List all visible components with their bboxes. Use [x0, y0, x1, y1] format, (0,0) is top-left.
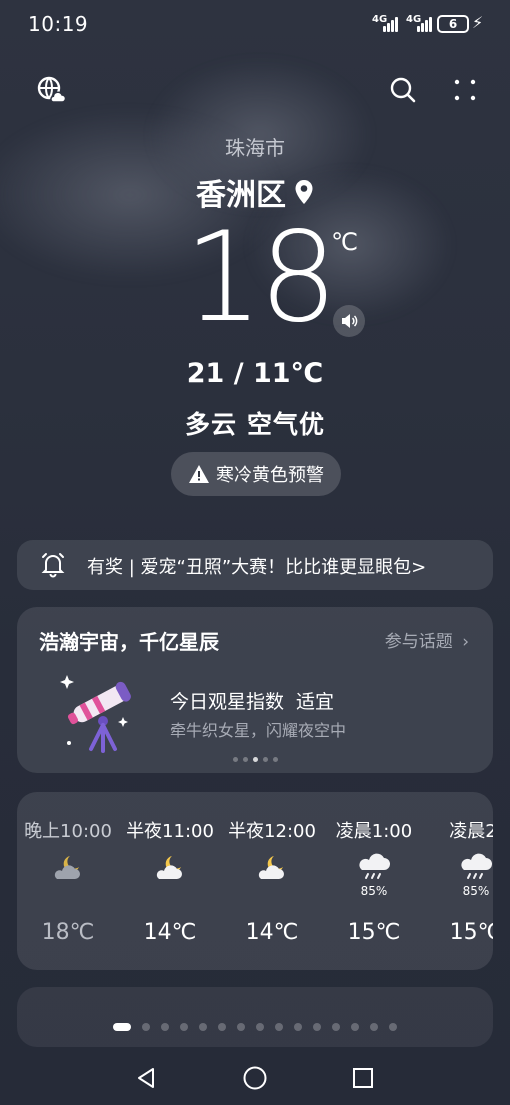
hour-label: 半夜12:00: [228, 821, 316, 842]
hour-label: 晚上10:00: [24, 821, 112, 842]
current-temperature: 18: [184, 206, 338, 350]
page-dot[interactable]: [351, 1023, 359, 1031]
card-page-dot: [262, 757, 268, 762]
partly-cloudy-night-icon: [156, 856, 182, 879]
page-dot[interactable]: [332, 1023, 340, 1031]
air-quality[interactable]: 空气优: [247, 410, 325, 439]
page-dot[interactable]: [256, 1023, 264, 1031]
temperature-range: 21 / 11℃: [186, 358, 324, 389]
hour-temperature: 15℃: [347, 920, 401, 945]
signal-icon: [417, 14, 437, 32]
page-dot[interactable]: [180, 1023, 188, 1031]
page-dot[interactable]: [370, 1023, 378, 1031]
warning-icon: [189, 465, 209, 483]
signal-icon: [383, 14, 403, 32]
back-triangle-icon: [138, 1068, 154, 1088]
page-dot[interactable]: [218, 1023, 226, 1031]
chevron-right-icon: ›: [462, 632, 469, 652]
hour-temperature: 15℃: [449, 920, 493, 945]
page-dot[interactable]: [237, 1023, 245, 1031]
banner-text: 有奖 | 爱宠“丑照”大赛！比比谁更显眼包>: [87, 557, 427, 578]
rain-cloud-icon: [461, 853, 492, 879]
alert-label: 寒冷黄色预警: [216, 465, 324, 486]
recents-square-icon: [353, 1068, 373, 1088]
page-dot[interactable]: [275, 1023, 283, 1031]
card-pager: [17, 757, 493, 762]
alarm-bell-icon: [41, 553, 65, 578]
hour-temperature: 18℃: [41, 920, 95, 945]
weather-condition: 多云: [184, 410, 237, 439]
status-bar: 10:19 4G 4G 6 ⚡: [0, 0, 510, 50]
hourly-forecast-card[interactable]: 晚上10:00 18℃ 半夜11:00 14℃ 半夜12:00 14℃ 凌晨1:…: [17, 792, 493, 970]
partly-cloudy-night-icon: [258, 856, 284, 879]
globe-cloud-icon: [37, 76, 66, 103]
cloudy-night-icon: [54, 856, 80, 879]
status-time: 10:19: [28, 12, 89, 36]
back-button[interactable]: [126, 1058, 166, 1098]
recents-button[interactable]: [343, 1058, 383, 1098]
hour-label: 半夜11:00: [126, 821, 214, 842]
promo-banner[interactable]: 有奖 | 爱宠“丑照”大赛！比比谁更显眼包>: [17, 540, 493, 590]
location-pin-icon: [295, 180, 313, 204]
topic-title: 浩瀚宇宙，千亿星辰: [39, 630, 219, 654]
topic-card[interactable]: 浩瀚宇宙，千亿星辰 参与话题 › 今日观星指数 适宜 牵牛织女星，闪耀夜空中: [17, 607, 493, 773]
charging-icon: ⚡: [472, 13, 484, 32]
more-dots-icon: [454, 79, 476, 101]
card-page-dot: [232, 757, 238, 762]
weather-alert-button[interactable]: 寒冷黄色预警: [171, 452, 341, 496]
page-dot[interactable]: [313, 1023, 321, 1031]
precip-probability: 85%: [360, 884, 388, 898]
more-button[interactable]: [445, 70, 485, 110]
page-dot[interactable]: [199, 1023, 207, 1031]
stargazing-index-value: 适宜: [296, 691, 335, 713]
speaker-icon: [342, 314, 358, 328]
next-card[interactable]: [17, 987, 493, 1047]
hour-temperature: 14℃: [143, 920, 197, 945]
telescope-icon: [60, 675, 131, 753]
card-page-dot: [252, 757, 258, 762]
temperature-unit: ℃: [331, 228, 358, 256]
city-name: 珠海市: [225, 136, 285, 160]
stargazing-index: 今日观星指数 适宜: [170, 687, 334, 714]
page-dot[interactable]: [161, 1023, 169, 1031]
rain-cloud-icon: [359, 853, 390, 879]
voice-broadcast-button[interactable]: [333, 305, 365, 337]
hour-temperature: 14℃: [245, 920, 299, 945]
page-dot[interactable]: [389, 1023, 397, 1031]
battery-icon: 6: [437, 15, 469, 33]
city-manage-button[interactable]: [31, 70, 71, 110]
card-page-dot: [242, 757, 248, 762]
home-circle-icon: [243, 1066, 267, 1090]
topic-subtitle: 牵牛织女星，闪耀夜空中: [170, 721, 347, 740]
search-button[interactable]: [383, 70, 423, 110]
precip-probability: 85%: [462, 884, 490, 898]
card-page-dot: [272, 757, 278, 762]
home-button[interactable]: [235, 1058, 275, 1098]
search-icon: [390, 77, 416, 103]
condition-row: 多云 空气优: [0, 405, 510, 441]
page-dot[interactable]: [113, 1023, 131, 1031]
hour-label: 凌晨1:00: [335, 821, 413, 842]
page-dot[interactable]: [294, 1023, 302, 1031]
join-topic-link[interactable]: 参与话题 ›: [385, 627, 469, 652]
page-dot[interactable]: [142, 1023, 150, 1031]
hour-label: 凌晨2:: [449, 821, 493, 842]
join-topic-label: 参与话题: [384, 632, 453, 652]
stargazing-index-label: 今日观星指数: [170, 691, 285, 713]
page-indicator: [0, 1023, 510, 1031]
